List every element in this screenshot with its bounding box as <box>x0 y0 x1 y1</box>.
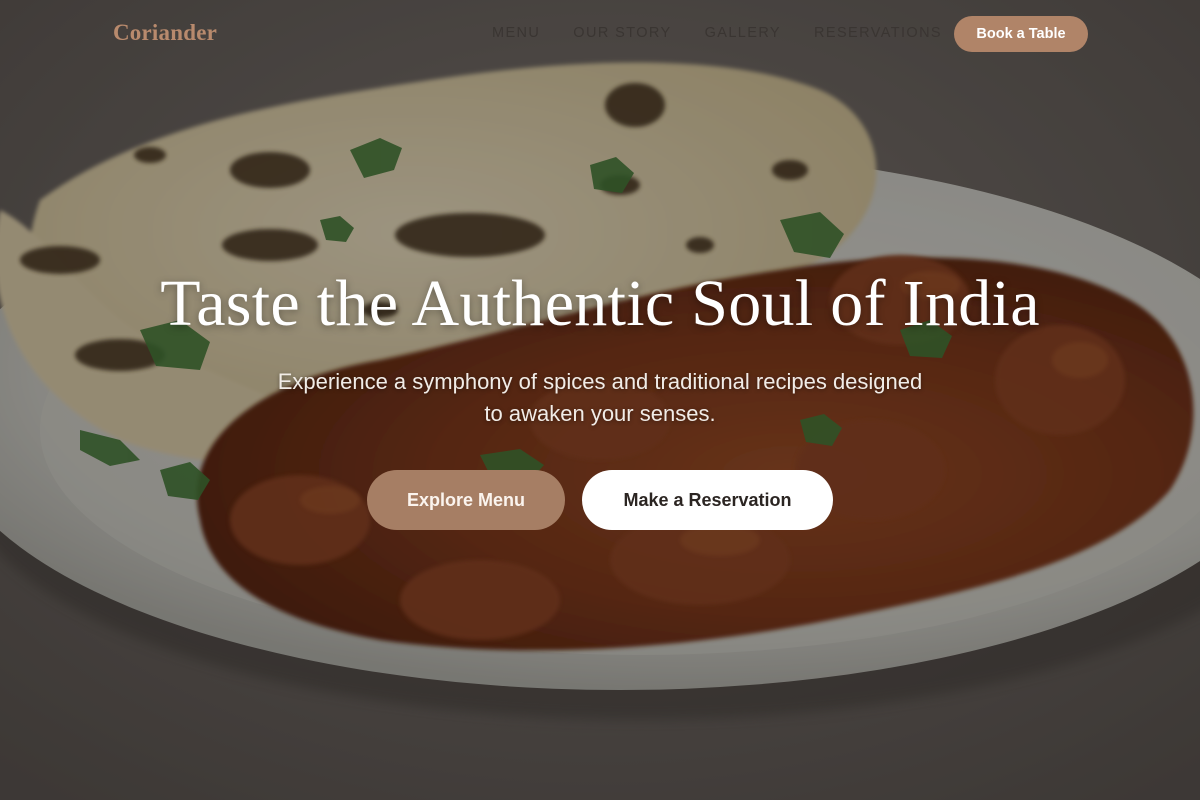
hero-subtitle: Experience a symphony of spices and trad… <box>277 369 923 426</box>
make-reservation-button[interactable]: Make a Reservation <box>582 470 833 530</box>
nav-link-our-story[interactable]: OUR STORY <box>573 25 671 41</box>
explore-menu-button[interactable]: Explore Menu <box>367 470 565 530</box>
nav-links: MENU OUR STORY GALLERY RESERVATIONS <box>492 25 975 41</box>
nav-link-menu[interactable]: MENU <box>492 25 540 41</box>
hero-section: Coriander MENU OUR STORY GALLERY RESERVA… <box>0 0 1200 800</box>
hero-cta-group: Explore Menu Make a Reservation <box>0 470 1200 530</box>
brand-logo[interactable]: Coriander <box>113 20 217 46</box>
top-navigation: Coriander MENU OUR STORY GALLERY RESERVA… <box>0 0 1200 68</box>
hero-title: Taste the Authentic Soul of India <box>160 267 1040 340</box>
nav-link-gallery[interactable]: GALLERY <box>705 25 781 41</box>
nav-link-reservations[interactable]: RESERVATIONS <box>814 25 942 41</box>
book-a-table-button[interactable]: Book a Table <box>954 16 1088 52</box>
